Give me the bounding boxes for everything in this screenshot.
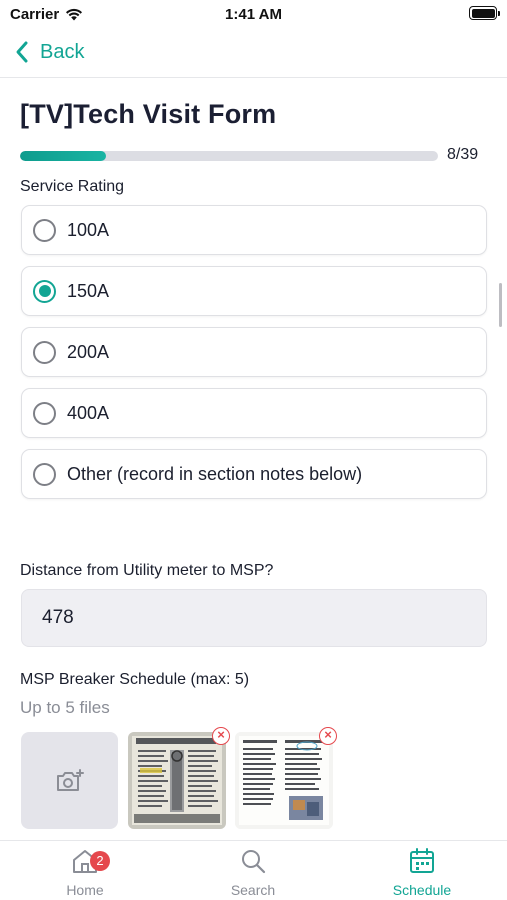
add-photo-button[interactable]: [21, 732, 118, 829]
remove-document-button[interactable]: ×: [319, 727, 337, 745]
radio-button[interactable]: [33, 218, 56, 242]
back-button[interactable]: Back: [14, 40, 84, 64]
breaker-document-thumbnail[interactable]: [235, 732, 333, 829]
notification-badge: 2: [90, 851, 110, 871]
calendar-icon: [410, 848, 434, 873]
tab-label: Schedule: [392, 882, 452, 898]
radio-button[interactable]: [33, 279, 56, 303]
option-label: 400A: [67, 402, 110, 423]
chevron-left-icon: [16, 41, 28, 63]
battery-icon: [469, 6, 500, 20]
progress-fill: [20, 151, 106, 161]
service-rating-label: Service Rating: [20, 178, 125, 195]
clock: 1:41 AM: [225, 6, 282, 23]
progress-bar: [20, 151, 438, 161]
tab-schedule[interactable]: Schedule: [367, 847, 477, 898]
tab-label: Search: [230, 882, 276, 898]
form-content[interactable]: [TV]Tech Visit Form 8/39 Service Rating …: [0, 79, 507, 840]
search-icon: [242, 850, 266, 874]
tab-bar: Home 2 Search Schedule: [0, 840, 507, 900]
radio-button[interactable]: [33, 401, 56, 425]
option-150a[interactable]: 150A: [21, 266, 487, 316]
back-label: Back: [40, 40, 85, 63]
option-200a[interactable]: 200A: [21, 327, 487, 377]
option-400a[interactable]: 400A: [21, 388, 487, 438]
option-label: 150A: [67, 280, 110, 301]
option-label: Other (record in section notes below): [67, 463, 363, 484]
breaker-document-photo: [235, 732, 333, 829]
option-label: 100A: [67, 219, 110, 240]
option-100a[interactable]: 100A: [21, 205, 487, 255]
navigation-bar: Back: [0, 30, 507, 78]
option-other[interactable]: Other (record in section notes below): [21, 449, 487, 499]
status-bar: Carrier 1:41 AM: [0, 0, 507, 30]
radio-button[interactable]: [33, 462, 56, 486]
tab-label: Home: [66, 882, 104, 898]
tab-search[interactable]: Search: [198, 847, 308, 898]
progress-count: 8/39: [447, 146, 479, 163]
file-limit-hint: Up to 5 files: [20, 698, 110, 717]
scroll-indicator[interactable]: [499, 283, 502, 327]
breaker-panel-photo: [128, 732, 226, 829]
breaker-photo-thumbnail[interactable]: [128, 732, 226, 829]
distance-label: Distance from Utility meter to MSP?: [20, 562, 274, 579]
radio-button[interactable]: [33, 340, 56, 364]
page-title: [TV]Tech Visit Form: [20, 99, 277, 129]
distance-input[interactable]: 478: [21, 589, 487, 647]
tab-home[interactable]: Home 2: [30, 847, 140, 898]
remove-photo-button[interactable]: ×: [212, 727, 230, 745]
option-label: 200A: [67, 341, 110, 362]
breaker-schedule-label: MSP Breaker Schedule (max: 5): [20, 671, 250, 688]
camera-add-icon: [56, 768, 84, 791]
